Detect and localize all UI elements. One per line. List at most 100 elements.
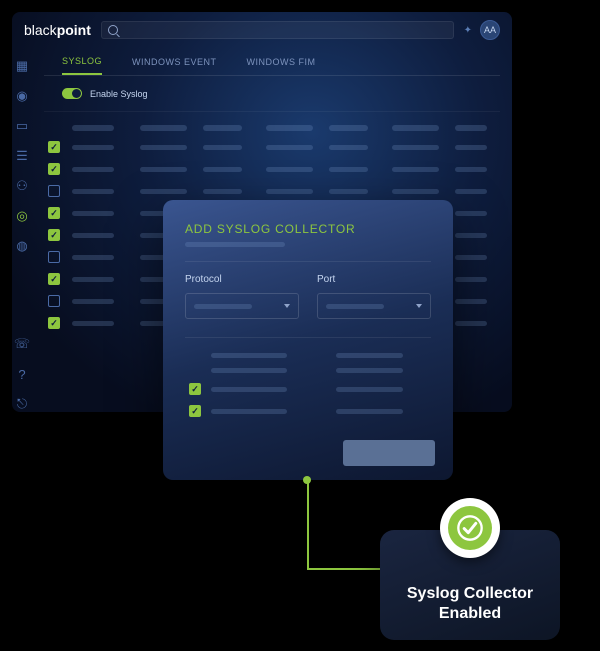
cell-placeholder	[140, 145, 187, 150]
divider	[185, 261, 431, 262]
row-checkbox[interactable]	[48, 251, 60, 263]
star-icon[interactable]: ✦	[464, 25, 472, 36]
cell-placeholder	[329, 189, 368, 194]
row-checkbox[interactable]	[48, 163, 60, 175]
nav-alerts-icon[interactable]: ◉	[14, 88, 30, 104]
col-header	[329, 125, 368, 131]
row-checkbox[interactable]	[48, 141, 60, 153]
cell-placeholder	[329, 167, 368, 172]
modal-title: ADD SYSLOG COLLECTOR	[185, 222, 431, 236]
port-select[interactable]	[317, 293, 431, 319]
row-checkbox[interactable]	[48, 185, 60, 197]
tab-windows-fim[interactable]: WINDOWS FIM	[247, 48, 316, 75]
nav-dashboard-icon[interactable]: ▦	[14, 58, 30, 74]
option-value-placeholder	[336, 368, 403, 373]
checkmark-circle-icon	[448, 506, 492, 550]
col-header	[266, 125, 313, 131]
cell-placeholder	[329, 145, 368, 150]
row-checkbox[interactable]	[48, 295, 60, 307]
col-header	[72, 125, 114, 131]
option-checkbox[interactable]	[189, 383, 201, 395]
cell-placeholder	[72, 277, 114, 282]
cell-placeholder	[72, 299, 114, 304]
option-label-placeholder	[211, 353, 287, 358]
select-value-placeholder	[326, 304, 384, 309]
topbar: blackpoint ✦ AA	[12, 12, 512, 48]
tab-syslog[interactable]: SYSLOG	[62, 48, 102, 75]
result-line2: Enabled	[439, 605, 501, 622]
cell-placeholder	[266, 189, 313, 194]
sidenav: ▦ ◉ ▭ ☰ ⚇ ◎ ◍ ☏ ? ⎋	[12, 48, 32, 412]
option-row	[185, 400, 431, 422]
modal-submit-button[interactable]	[343, 440, 435, 466]
table-row	[44, 180, 500, 202]
port-label: Port	[317, 274, 431, 285]
nav-logout-icon[interactable]: ⎋	[14, 396, 30, 412]
nav-users-icon[interactable]: ⚇	[14, 178, 30, 194]
col-header	[203, 125, 242, 131]
protocol-label: Protocol	[185, 274, 299, 285]
add-syslog-collector-modal: ADD SYSLOG COLLECTOR Protocol Port	[163, 200, 453, 480]
nav-devices-icon[interactable]: ▭	[14, 118, 30, 134]
cell-placeholder	[455, 145, 487, 150]
cell-placeholder	[266, 167, 313, 172]
select-value-placeholder	[194, 304, 252, 309]
col-header	[455, 125, 487, 131]
option-row	[185, 348, 431, 363]
cell-placeholder	[72, 167, 114, 172]
cell-placeholder	[203, 189, 242, 194]
nav-globe-icon[interactable]: ◍	[14, 238, 30, 254]
cell-placeholder	[72, 189, 114, 194]
result-text: Syslog Collector Enabled	[407, 584, 533, 624]
table-row	[44, 136, 500, 158]
search-icon	[108, 25, 118, 35]
option-row	[185, 363, 431, 378]
cell-placeholder	[455, 211, 487, 216]
enable-syslog-label: Enable Syslog	[90, 89, 148, 99]
option-value-placeholder	[336, 387, 403, 392]
option-row	[185, 378, 431, 400]
table-row	[44, 158, 500, 180]
cell-placeholder	[392, 189, 439, 194]
option-value-placeholder	[336, 353, 403, 358]
success-badge	[440, 498, 500, 558]
cell-placeholder	[455, 277, 487, 282]
row-checkbox[interactable]	[48, 207, 60, 219]
brand-logo: blackpoint	[24, 22, 91, 38]
nav-support-icon[interactable]: ☏	[14, 336, 30, 352]
modal-subtitle-placeholder	[185, 242, 285, 247]
cell-placeholder	[72, 255, 114, 260]
avatar[interactable]: AA	[480, 20, 500, 40]
divider	[185, 337, 431, 338]
row-checkbox[interactable]	[48, 229, 60, 241]
cell-placeholder	[455, 167, 487, 172]
nav-help-icon[interactable]: ?	[14, 366, 30, 382]
tab-windows-event[interactable]: WINDOWS EVENT	[132, 48, 217, 75]
brand-bold: point	[57, 22, 91, 38]
nav-list-icon[interactable]: ☰	[14, 148, 30, 164]
tabs: SYSLOG WINDOWS EVENT WINDOWS FIM	[44, 48, 500, 76]
col-header	[392, 125, 439, 131]
enable-syslog-row: Enable Syslog	[44, 76, 500, 112]
cell-placeholder	[455, 233, 487, 238]
enable-syslog-toggle[interactable]	[62, 88, 82, 99]
row-checkbox[interactable]	[48, 317, 60, 329]
cell-placeholder	[72, 211, 114, 216]
cell-placeholder	[72, 233, 114, 238]
cell-placeholder	[72, 145, 114, 150]
cell-placeholder	[392, 167, 439, 172]
row-checkbox[interactable]	[48, 273, 60, 285]
protocol-select[interactable]	[185, 293, 299, 319]
search-input[interactable]	[101, 21, 454, 39]
cell-placeholder	[455, 299, 487, 304]
cell-placeholder	[140, 167, 187, 172]
cell-placeholder	[392, 145, 439, 150]
connector-line	[307, 480, 309, 570]
cell-placeholder	[455, 321, 487, 326]
option-checkbox[interactable]	[189, 405, 201, 417]
chevron-down-icon	[416, 304, 422, 308]
topbar-right: ✦ AA	[464, 20, 500, 40]
option-label-placeholder	[211, 409, 287, 414]
nav-target-icon[interactable]: ◎	[14, 208, 30, 224]
cell-placeholder	[203, 167, 242, 172]
